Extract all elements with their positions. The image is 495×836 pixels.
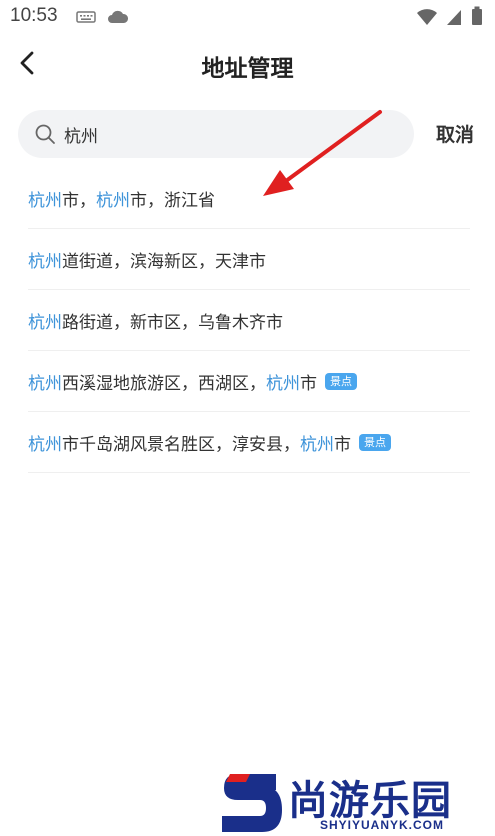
keyword-highlight: 杭州 — [28, 373, 62, 394]
scenic-badge: 景点 — [325, 372, 357, 390]
status-icons-left — [76, 9, 129, 28]
search-input[interactable] — [64, 110, 394, 158]
list-item[interactable]: 杭州 道街道，滨海新区，天津市 — [28, 229, 470, 290]
keyword-highlight: 杭州 — [28, 434, 62, 455]
search-icon — [35, 124, 55, 144]
keyword-highlight: 杭州 — [28, 251, 62, 272]
battery-icon — [472, 6, 482, 25]
address-text: 市， — [62, 190, 96, 211]
list-item[interactable]: 杭州 市千岛湖风景名胜区，淳安县， 杭州市景点 — [28, 412, 470, 473]
address-text: 路街道，新市区，乌鲁木齐市 — [62, 312, 283, 333]
keyboard-icon — [76, 11, 96, 23]
status-bar: 10:53 — [0, 0, 495, 32]
list-item[interactable]: 杭州 西溪湿地旅游区，西湖区， 杭州市景点 — [28, 351, 470, 412]
list-item[interactable]: 杭州 市， 杭州 市，浙江省 — [28, 168, 470, 229]
nav-bar: 地址管理 — [0, 32, 495, 96]
list-item[interactable]: 杭州 路街道，新市区，乌鲁木齐市 — [28, 290, 470, 351]
scenic-badge: 景点 — [359, 433, 391, 451]
cancel-button[interactable]: 取消 — [428, 120, 482, 150]
page-title: 地址管理 — [201, 56, 294, 82]
result-list: 杭州 市， 杭州 市，浙江省 杭州 道街道，滨海新区，天津市 杭州 路街道，新市区，乌鲁木齐市… — [28, 168, 470, 473]
address-text: 道街道，滨海新区，天津市 — [62, 251, 266, 272]
address-text: 市千岛湖风景名胜区，淳安县， — [62, 434, 300, 455]
watermark: 尚游乐园 SHYIYUANYK.COM — [216, 770, 495, 836]
keyword-highlight: 杭州 — [28, 312, 62, 333]
keyword-highlight: 杭州 — [28, 190, 62, 211]
cloud-icon — [108, 10, 129, 23]
address-text: 市，浙江省 — [130, 190, 215, 211]
wifi-icon — [416, 9, 437, 25]
status-time: 10:53 — [10, 5, 58, 26]
watermark-domain: SHYIYUANYK.COM — [320, 818, 445, 832]
status-icons-right — [416, 6, 483, 30]
keyword-highlight: 杭州 — [96, 190, 130, 211]
address-text: 西溪湿地旅游区，西湖区， — [62, 373, 266, 394]
address-text: 市 — [300, 373, 317, 394]
address-text: 市 — [334, 434, 351, 455]
search-box[interactable] — [18, 110, 414, 158]
signal-icon — [446, 10, 461, 25]
keyword-highlight: 杭州 — [300, 434, 334, 455]
keyword-highlight: 杭州 — [266, 373, 300, 394]
watermark-logo — [222, 774, 282, 832]
